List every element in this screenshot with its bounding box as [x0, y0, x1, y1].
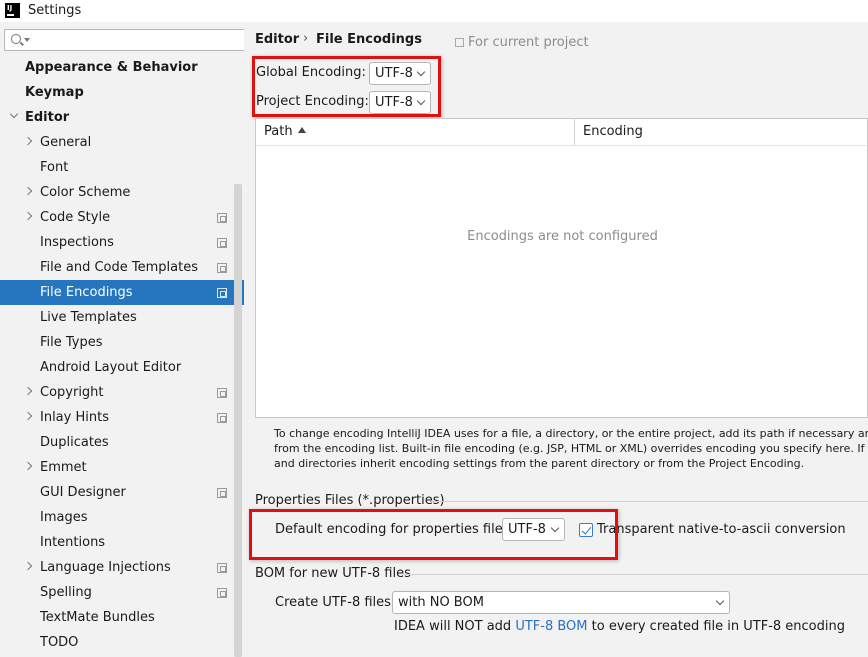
create-utf8-label: Create UTF-8 files: [275, 595, 396, 610]
sidebar-item-label: Color Scheme [40, 185, 131, 200]
settings-sidebar: Appearance & Behavior Keymap Editor General… [0, 22, 266, 657]
encodings-table[interactable]: Path Encoding Encodings are not configur… [255, 118, 868, 418]
column-header-encoding[interactable]: Encoding [583, 119, 643, 145]
sidebar-item-label: Font [40, 160, 69, 175]
sidebar-item-images[interactable]: Images [0, 505, 244, 530]
sidebar-item-spelling[interactable]: Spelling [0, 580, 244, 605]
collapse-arrow-icon[interactable] [23, 136, 33, 146]
intellij-app-icon: IJ [5, 3, 20, 18]
sidebar-item-label: Appearance & Behavior [25, 60, 198, 75]
sidebar-item-label: File Types [40, 335, 103, 350]
collapse-arrow-icon[interactable] [23, 461, 33, 471]
sidebar-item-editor[interactable]: Editor [0, 105, 244, 130]
sidebar-item-label: Images [40, 510, 88, 525]
sidebar-item-general[interactable]: General [0, 130, 244, 155]
highlight-box-properties [249, 509, 618, 560]
sidebar-item-label: Emmet [40, 460, 87, 475]
sidebar-item-label: Code Style [40, 210, 111, 225]
sidebar-item-label: File and Code Templates [40, 260, 198, 275]
encoding-description: To change encoding IntelliJ IDEA uses fo… [274, 427, 868, 470]
sidebar-item-keymap[interactable]: Keymap [0, 80, 244, 105]
project-scope-icon [217, 263, 227, 273]
sidebar-item-label: TextMate Bundles [40, 610, 155, 625]
sidebar-item-label: Inspections [40, 235, 114, 250]
sidebar-item-label: General [40, 135, 92, 150]
project-scope-icon [455, 38, 464, 47]
properties-files-section-title: Properties Files (*.properties) [255, 493, 445, 508]
sidebar-item-label: Spelling [40, 585, 92, 600]
project-scope-icon [217, 388, 227, 398]
breadcrumb-current: File Encodings [316, 32, 422, 47]
sidebar-item-inlay-hints[interactable]: Inlay Hints [0, 405, 244, 430]
sidebar-item-label: Keymap [25, 85, 84, 100]
highlight-box-encodings [252, 56, 441, 117]
sidebar-item-label: Duplicates [40, 435, 109, 450]
sidebar-item-file-and-code-templates[interactable]: File and Code Templates [0, 255, 244, 280]
project-scope-icon [217, 288, 227, 298]
sidebar-item-android-layout-editor[interactable]: Android Layout Editor [0, 355, 244, 380]
column-header-path[interactable]: Path [264, 119, 306, 145]
section-divider [430, 501, 868, 502]
sidebar-item-textmate-bundles[interactable]: TextMate Bundles [0, 605, 244, 630]
bom-section-title: BOM for new UTF-8 files [255, 566, 411, 581]
sidebar-item-label: Copyright [40, 385, 104, 400]
sidebar-item-label: Android Layout Editor [40, 360, 182, 375]
empty-table-text: Encodings are not configured [467, 229, 658, 244]
search-icon [11, 34, 21, 44]
sidebar-item-language-injections[interactable]: Language Injections [0, 555, 244, 580]
breadcrumb-separator: › [303, 31, 309, 46]
sidebar-item-appearance-behavior[interactable]: Appearance & Behavior [0, 55, 244, 80]
collapse-arrow-icon[interactable] [23, 386, 33, 396]
sidebar-item-label: File Encodings [40, 285, 133, 300]
collapse-arrow-icon[interactable] [23, 211, 33, 221]
chevron-down-icon [715, 596, 725, 606]
transparent-conversion-label[interactable]: Transparent native-to-ascii conversion [597, 522, 846, 537]
section-divider [404, 574, 868, 575]
project-scope-icon [217, 488, 227, 498]
sort-ascending-icon [297, 127, 306, 133]
title-bar: IJ Settings [0, 0, 868, 22]
sidebar-item-color-scheme[interactable]: Color Scheme [0, 180, 244, 205]
sidebar-item-inspections[interactable]: Inspections [0, 230, 244, 255]
sidebar-scrollbar[interactable] [234, 184, 242, 657]
search-history-caret-icon[interactable] [24, 38, 30, 42]
window-title: Settings [28, 3, 82, 18]
header-divider [256, 145, 868, 146]
sidebar-item-gui-designer[interactable]: GUI Designer [0, 480, 244, 505]
project-scope-icon [217, 213, 227, 223]
sidebar-item-label: Editor [25, 110, 70, 125]
file-encodings-panel: Editor › File Encodings For current proj… [244, 22, 868, 657]
sidebar-item-file-encodings[interactable]: File Encodings [0, 280, 244, 305]
sidebar-item-emmet[interactable]: Emmet [0, 455, 244, 480]
breadcrumb-editor: Editor [255, 32, 300, 47]
sidebar-item-code-style[interactable]: Code Style [0, 205, 244, 230]
project-scope-icon [217, 588, 227, 598]
sidebar-item-intentions[interactable]: Intentions [0, 530, 244, 555]
sidebar-item-label: GUI Designer [40, 485, 126, 500]
sidebar-item-label: Language Injections [40, 560, 171, 575]
sidebar-item-label: Inlay Hints [40, 410, 109, 425]
sidebar-item-label: TODO [40, 635, 79, 650]
sidebar-item-todo[interactable]: TODO [0, 630, 244, 655]
scope-note: For current project [468, 35, 589, 50]
sidebar-item-label: Live Templates [40, 310, 137, 325]
sidebar-item-file-types[interactable]: File Types [0, 330, 244, 355]
collapse-arrow-icon[interactable] [23, 561, 33, 571]
settings-search-input[interactable] [4, 29, 266, 51]
collapse-arrow-icon[interactable] [23, 411, 33, 421]
project-scope-icon [217, 413, 227, 423]
bom-select[interactable]: with NO BOM [392, 591, 730, 614]
sidebar-item-live-templates[interactable]: Live Templates [0, 305, 244, 330]
sidebar-item-label: Intentions [40, 535, 106, 550]
bom-note: IDEA will NOT add UTF-8 BOM to every cre… [394, 619, 845, 634]
collapse-arrow-icon[interactable] [23, 186, 33, 196]
sidebar-item-copyright[interactable]: Copyright [0, 380, 244, 405]
sidebar-item-duplicates[interactable]: Duplicates [0, 430, 244, 455]
expand-arrow-icon[interactable] [9, 109, 19, 119]
project-scope-icon [217, 563, 227, 573]
utf8-bom-link[interactable]: UTF-8 BOM [515, 619, 587, 634]
project-scope-icon [217, 238, 227, 248]
column-divider[interactable] [574, 119, 575, 145]
sidebar-item-font[interactable]: Font [0, 155, 244, 180]
